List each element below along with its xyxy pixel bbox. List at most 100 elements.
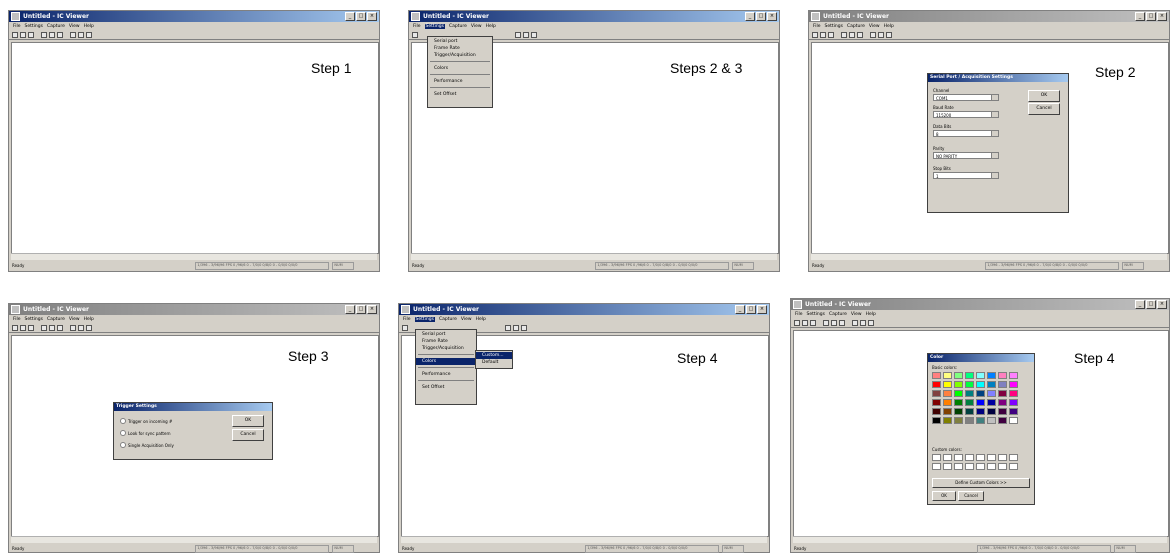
grid-icon[interactable]: [78, 31, 84, 38]
menu-help[interactable]: Help: [486, 24, 496, 29]
menu-help[interactable]: Help: [884, 24, 894, 29]
grid-icon[interactable]: [513, 324, 519, 331]
menu-settings[interactable]: Settings: [825, 24, 843, 29]
custom-swatch[interactable]: [976, 463, 985, 470]
custom-swatch[interactable]: [998, 463, 1007, 470]
print-icon[interactable]: [41, 31, 47, 38]
help-icon[interactable]: [868, 319, 874, 326]
menu-item-performance[interactable]: Performance: [416, 371, 476, 378]
menu-file[interactable]: File: [413, 24, 421, 29]
save-icon[interactable]: [828, 31, 834, 38]
color-swatch[interactable]: [976, 399, 985, 406]
menu-settings[interactable]: Settings: [25, 24, 43, 29]
minimize-button[interactable]: _: [345, 305, 355, 314]
menu-item-set-offset[interactable]: Set Offset: [428, 91, 492, 98]
help-icon[interactable]: [886, 31, 892, 38]
minimize-button[interactable]: _: [1135, 12, 1145, 21]
custom-swatch[interactable]: [954, 454, 963, 461]
menu-capture[interactable]: Capture: [47, 24, 65, 29]
cancel-button[interactable]: Cancel: [958, 491, 984, 501]
open-icon[interactable]: [20, 31, 26, 38]
color-swatch[interactable]: [965, 381, 974, 388]
menu-settings[interactable]: Settings: [807, 312, 825, 317]
color-swatch[interactable]: [987, 381, 996, 388]
color-swatch[interactable]: [987, 399, 996, 406]
cancel-button[interactable]: Cancel: [1028, 103, 1060, 115]
color-swatch[interactable]: [932, 399, 941, 406]
data-bits-select[interactable]: 8: [933, 130, 999, 137]
custom-swatch[interactable]: [965, 454, 974, 461]
color-swatch[interactable]: [965, 390, 974, 397]
color-swatch[interactable]: [987, 408, 996, 415]
horizontal-scrollbar[interactable]: [793, 536, 1167, 543]
open-icon[interactable]: [802, 319, 808, 326]
menu-capture[interactable]: Capture: [47, 317, 65, 322]
menu-item-default[interactable]: Default: [476, 359, 512, 366]
color-swatch[interactable]: [954, 417, 963, 424]
chevron-down-icon[interactable]: [991, 95, 998, 100]
menu-capture[interactable]: Capture: [449, 24, 467, 29]
help-icon[interactable]: [521, 324, 527, 331]
new-icon[interactable]: [12, 31, 18, 38]
menu-capture[interactable]: Capture: [847, 24, 865, 29]
custom-swatch[interactable]: [998, 454, 1007, 461]
horizontal-scrollbar[interactable]: [401, 536, 767, 543]
color-swatch[interactable]: [954, 381, 963, 388]
color-swatch[interactable]: [1009, 381, 1018, 388]
menu-help[interactable]: Help: [84, 24, 94, 29]
help-icon[interactable]: [86, 31, 92, 38]
maximize-button[interactable]: □: [356, 12, 366, 21]
menu-item-custom[interactable]: Custom...: [476, 352, 512, 359]
close-button[interactable]: ×: [367, 12, 377, 21]
close-button[interactable]: ×: [1157, 12, 1167, 21]
radio-trigger-incoming[interactable]: Trigger on incoming #: [120, 418, 172, 424]
minimize-button[interactable]: _: [735, 305, 745, 314]
custom-swatch[interactable]: [932, 463, 941, 470]
color-swatch[interactable]: [998, 372, 1007, 379]
zoom-icon[interactable]: [49, 324, 55, 331]
channel-select[interactable]: COM1: [933, 94, 999, 101]
color-swatch[interactable]: [943, 372, 952, 379]
custom-swatch[interactable]: [943, 463, 952, 470]
record-icon[interactable]: [852, 319, 858, 326]
grid-icon[interactable]: [878, 31, 884, 38]
color-swatch[interactable]: [987, 417, 996, 424]
custom-swatch[interactable]: [987, 454, 996, 461]
record-icon[interactable]: [870, 31, 876, 38]
horizontal-scrollbar[interactable]: [11, 253, 377, 260]
new-icon[interactable]: [812, 31, 818, 38]
save-icon[interactable]: [810, 319, 816, 326]
close-button[interactable]: ×: [767, 12, 777, 21]
capture-icon[interactable]: [857, 31, 863, 38]
zoom-icon[interactable]: [849, 31, 855, 38]
custom-swatch[interactable]: [965, 463, 974, 470]
ok-button[interactable]: OK: [1028, 90, 1060, 102]
color-swatch[interactable]: [1009, 390, 1018, 397]
maximize-button[interactable]: □: [1146, 300, 1156, 309]
capture-icon[interactable]: [839, 319, 845, 326]
color-swatch[interactable]: [932, 372, 941, 379]
horizontal-scrollbar[interactable]: [411, 253, 777, 260]
zoom-icon[interactable]: [49, 31, 55, 38]
minimize-button[interactable]: _: [745, 12, 755, 21]
cancel-button[interactable]: Cancel: [232, 429, 264, 441]
grid-icon[interactable]: [78, 324, 84, 331]
color-swatch[interactable]: [998, 390, 1007, 397]
menu-view[interactable]: View: [471, 24, 482, 29]
color-swatch[interactable]: [1009, 399, 1018, 406]
close-button[interactable]: ×: [757, 305, 767, 314]
menu-file[interactable]: File: [13, 24, 21, 29]
save-icon[interactable]: [28, 324, 34, 331]
radio-single-acquisition[interactable]: Single Acquisition Only: [120, 442, 174, 448]
color-swatch[interactable]: [932, 390, 941, 397]
open-icon[interactable]: [820, 31, 826, 38]
menu-file[interactable]: File: [795, 312, 803, 317]
menu-capture[interactable]: Capture: [829, 312, 847, 317]
color-swatch[interactable]: [954, 390, 963, 397]
print-icon[interactable]: [41, 324, 47, 331]
menu-file[interactable]: File: [403, 317, 411, 322]
capture-icon[interactable]: [57, 31, 63, 38]
open-icon[interactable]: [20, 324, 26, 331]
color-swatch[interactable]: [1009, 417, 1018, 424]
radio-sync-pattern[interactable]: Look for sync pattern: [120, 430, 171, 436]
